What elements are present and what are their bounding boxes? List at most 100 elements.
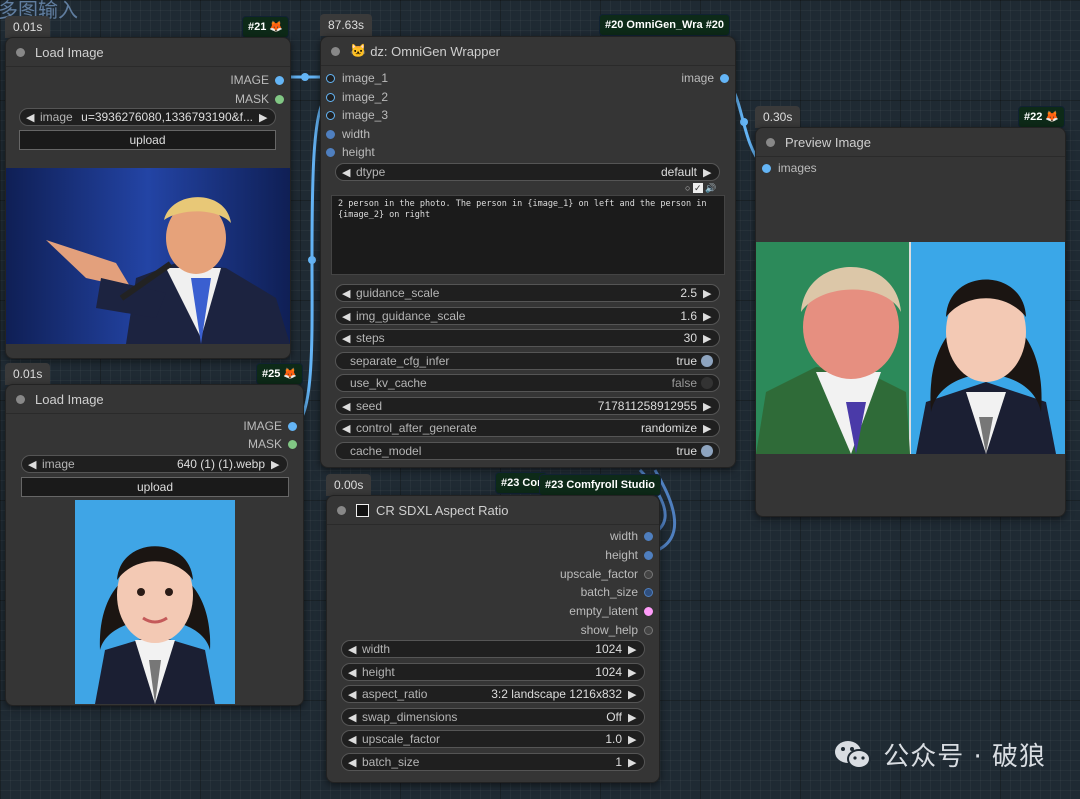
image-select[interactable]: ◀ image u=3936276080,1336793190&f... ▶	[19, 108, 276, 126]
arrow-left-icon[interactable]: ◀	[342, 400, 352, 413]
aspect-timer: 0.00s	[326, 474, 372, 496]
arrow-left-icon[interactable]: ◀	[26, 111, 36, 124]
output-width[interactable]: width	[610, 529, 653, 543]
arrow-right-icon[interactable]: ▶	[628, 756, 638, 769]
guidance-scale-input[interactable]: ◀ guidance_scale 2.5 ▶	[335, 284, 720, 302]
watermark: 公众号 · 破狼	[833, 736, 1046, 773]
speaker-icon[interactable]: 🔊	[705, 183, 716, 193]
omnigen-badge: #20 OmniGen_Wra #20	[599, 14, 731, 36]
input-image-2[interactable]: image_2	[326, 90, 388, 104]
arrow-right-icon[interactable]: ▶	[703, 166, 713, 179]
arrow-left-icon[interactable]: ◀	[342, 422, 352, 435]
arrow-left-icon[interactable]: ◀	[342, 166, 352, 179]
dtype-select[interactable]: ◀ dtype default ▶	[335, 163, 720, 181]
img-guidance-scale-input[interactable]: ◀ img_guidance_scale 1.6 ▶	[335, 307, 720, 325]
arrow-right-icon[interactable]: ▶	[628, 688, 638, 701]
control-after-generate-select[interactable]: ◀ control_after_generate randomize ▶	[335, 419, 720, 437]
seed-input[interactable]: ◀ seed 717811258912955 ▶	[335, 397, 720, 415]
input-width[interactable]: width	[326, 127, 370, 141]
steps-input[interactable]: ◀ steps 30 ▶	[335, 329, 720, 347]
arrow-right-icon[interactable]: ▶	[271, 458, 281, 471]
collapse-dot-icon[interactable]	[16, 47, 25, 57]
arrow-right-icon[interactable]: ▶	[628, 643, 638, 656]
omnigen-timer: 87.63s	[320, 14, 373, 36]
omnigen-wrapper-node[interactable]: 🐱 dz: OmniGen Wrapper image_1 image_2 ima…	[320, 36, 736, 468]
collapse-dot-icon[interactable]	[16, 394, 25, 404]
node-title: Load Image	[35, 44, 104, 60]
output-empty-latent[interactable]: empty_latent	[569, 604, 653, 618]
collapse-dot-icon[interactable]	[766, 137, 775, 147]
output-image[interactable]: IMAGE	[230, 73, 284, 87]
checkbox-icon[interactable]: ✓	[692, 183, 703, 193]
arrow-right-icon[interactable]: ▶	[703, 332, 713, 345]
input-image-1[interactable]: image_1	[326, 71, 388, 85]
image-preview-man	[6, 168, 290, 344]
output-batch-size[interactable]: batch_size	[581, 585, 653, 599]
fox-icon: 🦊	[1045, 111, 1060, 123]
load1-badge: #21 🦊	[242, 16, 290, 38]
load-image-node-2[interactable]: Load Image IMAGE MASK ◀ image 640 (1) (1).…	[5, 384, 304, 706]
collapse-dot-icon[interactable]	[331, 46, 340, 56]
arrow-right-icon[interactable]: ▶	[259, 111, 269, 124]
checkbox-icon[interactable]	[356, 503, 369, 517]
output-show-help[interactable]: show_help	[581, 623, 653, 637]
load1-timer: 0.01s	[5, 16, 51, 38]
circle-icon[interactable]: ○	[685, 183, 690, 193]
toggle-on-icon[interactable]	[701, 445, 713, 457]
arrow-left-icon[interactable]: ◀	[28, 458, 38, 471]
arrow-left-icon[interactable]: ◀	[342, 332, 352, 345]
use-kv-cache-toggle[interactable]: use_kv_cache false	[335, 374, 720, 392]
arrow-right-icon[interactable]: ▶	[628, 733, 638, 746]
input-images[interactable]: images	[762, 161, 817, 175]
arrow-left-icon[interactable]: ◀	[348, 711, 358, 724]
arrow-left-icon[interactable]: ◀	[348, 756, 358, 769]
arrow-right-icon[interactable]: ▶	[703, 310, 713, 323]
arrow-left-icon[interactable]: ◀	[348, 733, 358, 746]
arrow-right-icon[interactable]: ▶	[703, 422, 713, 435]
collapse-dot-icon[interactable]	[337, 505, 346, 515]
swap-dimensions-select[interactable]: ◀ swap_dimensions Off ▶	[341, 708, 645, 726]
generated-image-preview	[756, 242, 1065, 454]
arrow-left-icon[interactable]: ◀	[348, 666, 358, 679]
height-input[interactable]: ◀ height 1024 ▶	[341, 663, 645, 681]
load2-timer: 0.01s	[5, 363, 51, 385]
input-image-3[interactable]: image_3	[326, 108, 388, 122]
output-mask[interactable]: MASK	[248, 437, 297, 451]
preview-image-node[interactable]: Preview Image images	[755, 127, 1066, 517]
cache-model-toggle[interactable]: cache_model true	[335, 442, 720, 460]
wechat-icon	[835, 740, 872, 769]
load2-badge: #25 🦊	[256, 363, 304, 385]
aspect-badge-group: #23 Comfyroll Studio	[539, 474, 662, 496]
arrow-right-icon[interactable]: ▶	[703, 287, 713, 300]
arrow-right-icon[interactable]: ▶	[703, 400, 713, 413]
arrow-right-icon[interactable]: ▶	[628, 666, 638, 679]
arrow-left-icon[interactable]: ◀	[348, 643, 358, 656]
node-title: Preview Image	[785, 134, 871, 150]
upload-button[interactable]: upload	[21, 477, 289, 497]
output-upscale-factor[interactable]: upscale_factor	[560, 567, 653, 581]
arrow-left-icon[interactable]: ◀	[342, 310, 352, 323]
arrow-left-icon[interactable]: ◀	[342, 287, 352, 300]
output-image[interactable]: image	[681, 71, 729, 85]
input-height[interactable]: height	[326, 145, 375, 159]
output-image[interactable]: IMAGE	[243, 419, 297, 433]
node-title: dz: OmniGen Wrapper	[370, 43, 500, 59]
aspect-ratio-select[interactable]: ◀ aspect_ratio 3:2 landscape 1216x832 ▶	[341, 685, 645, 703]
preview-timer: 0.30s	[755, 106, 801, 128]
cr-sdxl-aspect-ratio-node[interactable]: CR SDXL Aspect Ratio width height upscal…	[326, 495, 660, 783]
output-height[interactable]: height	[605, 548, 653, 562]
upscale-factor-input[interactable]: ◀ upscale_factor 1.0 ▶	[341, 730, 645, 748]
batch-size-input[interactable]: ◀ batch_size 1 ▶	[341, 753, 645, 771]
arrow-left-icon[interactable]: ◀	[348, 688, 358, 701]
arrow-right-icon[interactable]: ▶	[628, 711, 638, 724]
fox-icon: 🦊	[269, 21, 284, 33]
prompt-textarea[interactable]: 2 person in the photo. The person in {im…	[331, 195, 725, 275]
upload-button[interactable]: upload	[19, 130, 276, 150]
separate-cfg-infer-toggle[interactable]: separate_cfg_infer true	[335, 352, 720, 370]
toggle-off-icon[interactable]	[701, 377, 713, 389]
width-input[interactable]: ◀ width 1024 ▶	[341, 640, 645, 658]
load-image-node-1[interactable]: Load Image IMAGE MASK ◀ image u=3936276080…	[5, 37, 291, 359]
image-select[interactable]: ◀ image 640 (1) (1).webp ▶	[21, 455, 288, 473]
toggle-on-icon[interactable]	[701, 355, 713, 367]
output-mask[interactable]: MASK	[235, 92, 284, 106]
